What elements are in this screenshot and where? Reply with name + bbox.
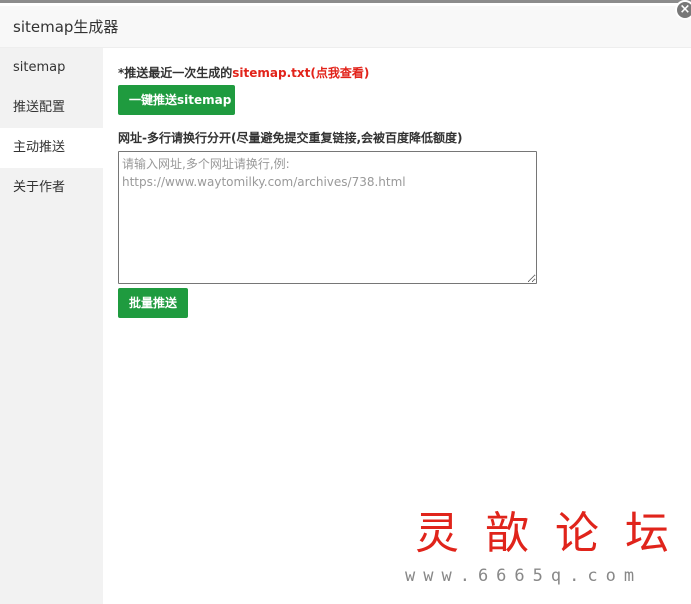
sidebar-item-sitemap[interactable]: sitemap (0, 48, 103, 88)
watermark-url: www.6665q.com (405, 566, 643, 586)
push-notice-text: *推送最近一次生成的 (118, 66, 233, 80)
sitemap-txt-link[interactable]: sitemap.txt(点我查看) (232, 66, 369, 80)
url-input-label: 网址-多行请换行分开(尽量避免提交重复链接,会被百度降低额度) (118, 131, 463, 145)
watermark-title: 灵歆论坛 (415, 508, 691, 559)
url-textarea[interactable] (118, 151, 537, 284)
push-notice: *推送最近一次生成的sitemap.txt(点我查看) (118, 65, 369, 81)
dialog-titlebar: sitemap生成器 × (0, 0, 691, 48)
sidebar-item-about-author[interactable]: 关于作者 (0, 168, 103, 208)
sidebar: sitemap 推送配置 主动推送 关于作者 (0, 48, 103, 604)
batch-push-button[interactable]: 批量推送 (118, 288, 188, 318)
push-sitemap-button[interactable]: 一键推送sitemap (118, 85, 235, 115)
dialog-title: sitemap生成器 (13, 18, 119, 36)
sidebar-item-active-push[interactable]: 主动推送 (0, 128, 103, 168)
sidebar-item-push-config[interactable]: 推送配置 (0, 88, 103, 128)
close-icon[interactable]: × (675, 0, 691, 20)
sitemap-dialog: sitemap生成器 × sitemap 推送配置 主动推送 关于作者 *推送最… (0, 0, 691, 604)
